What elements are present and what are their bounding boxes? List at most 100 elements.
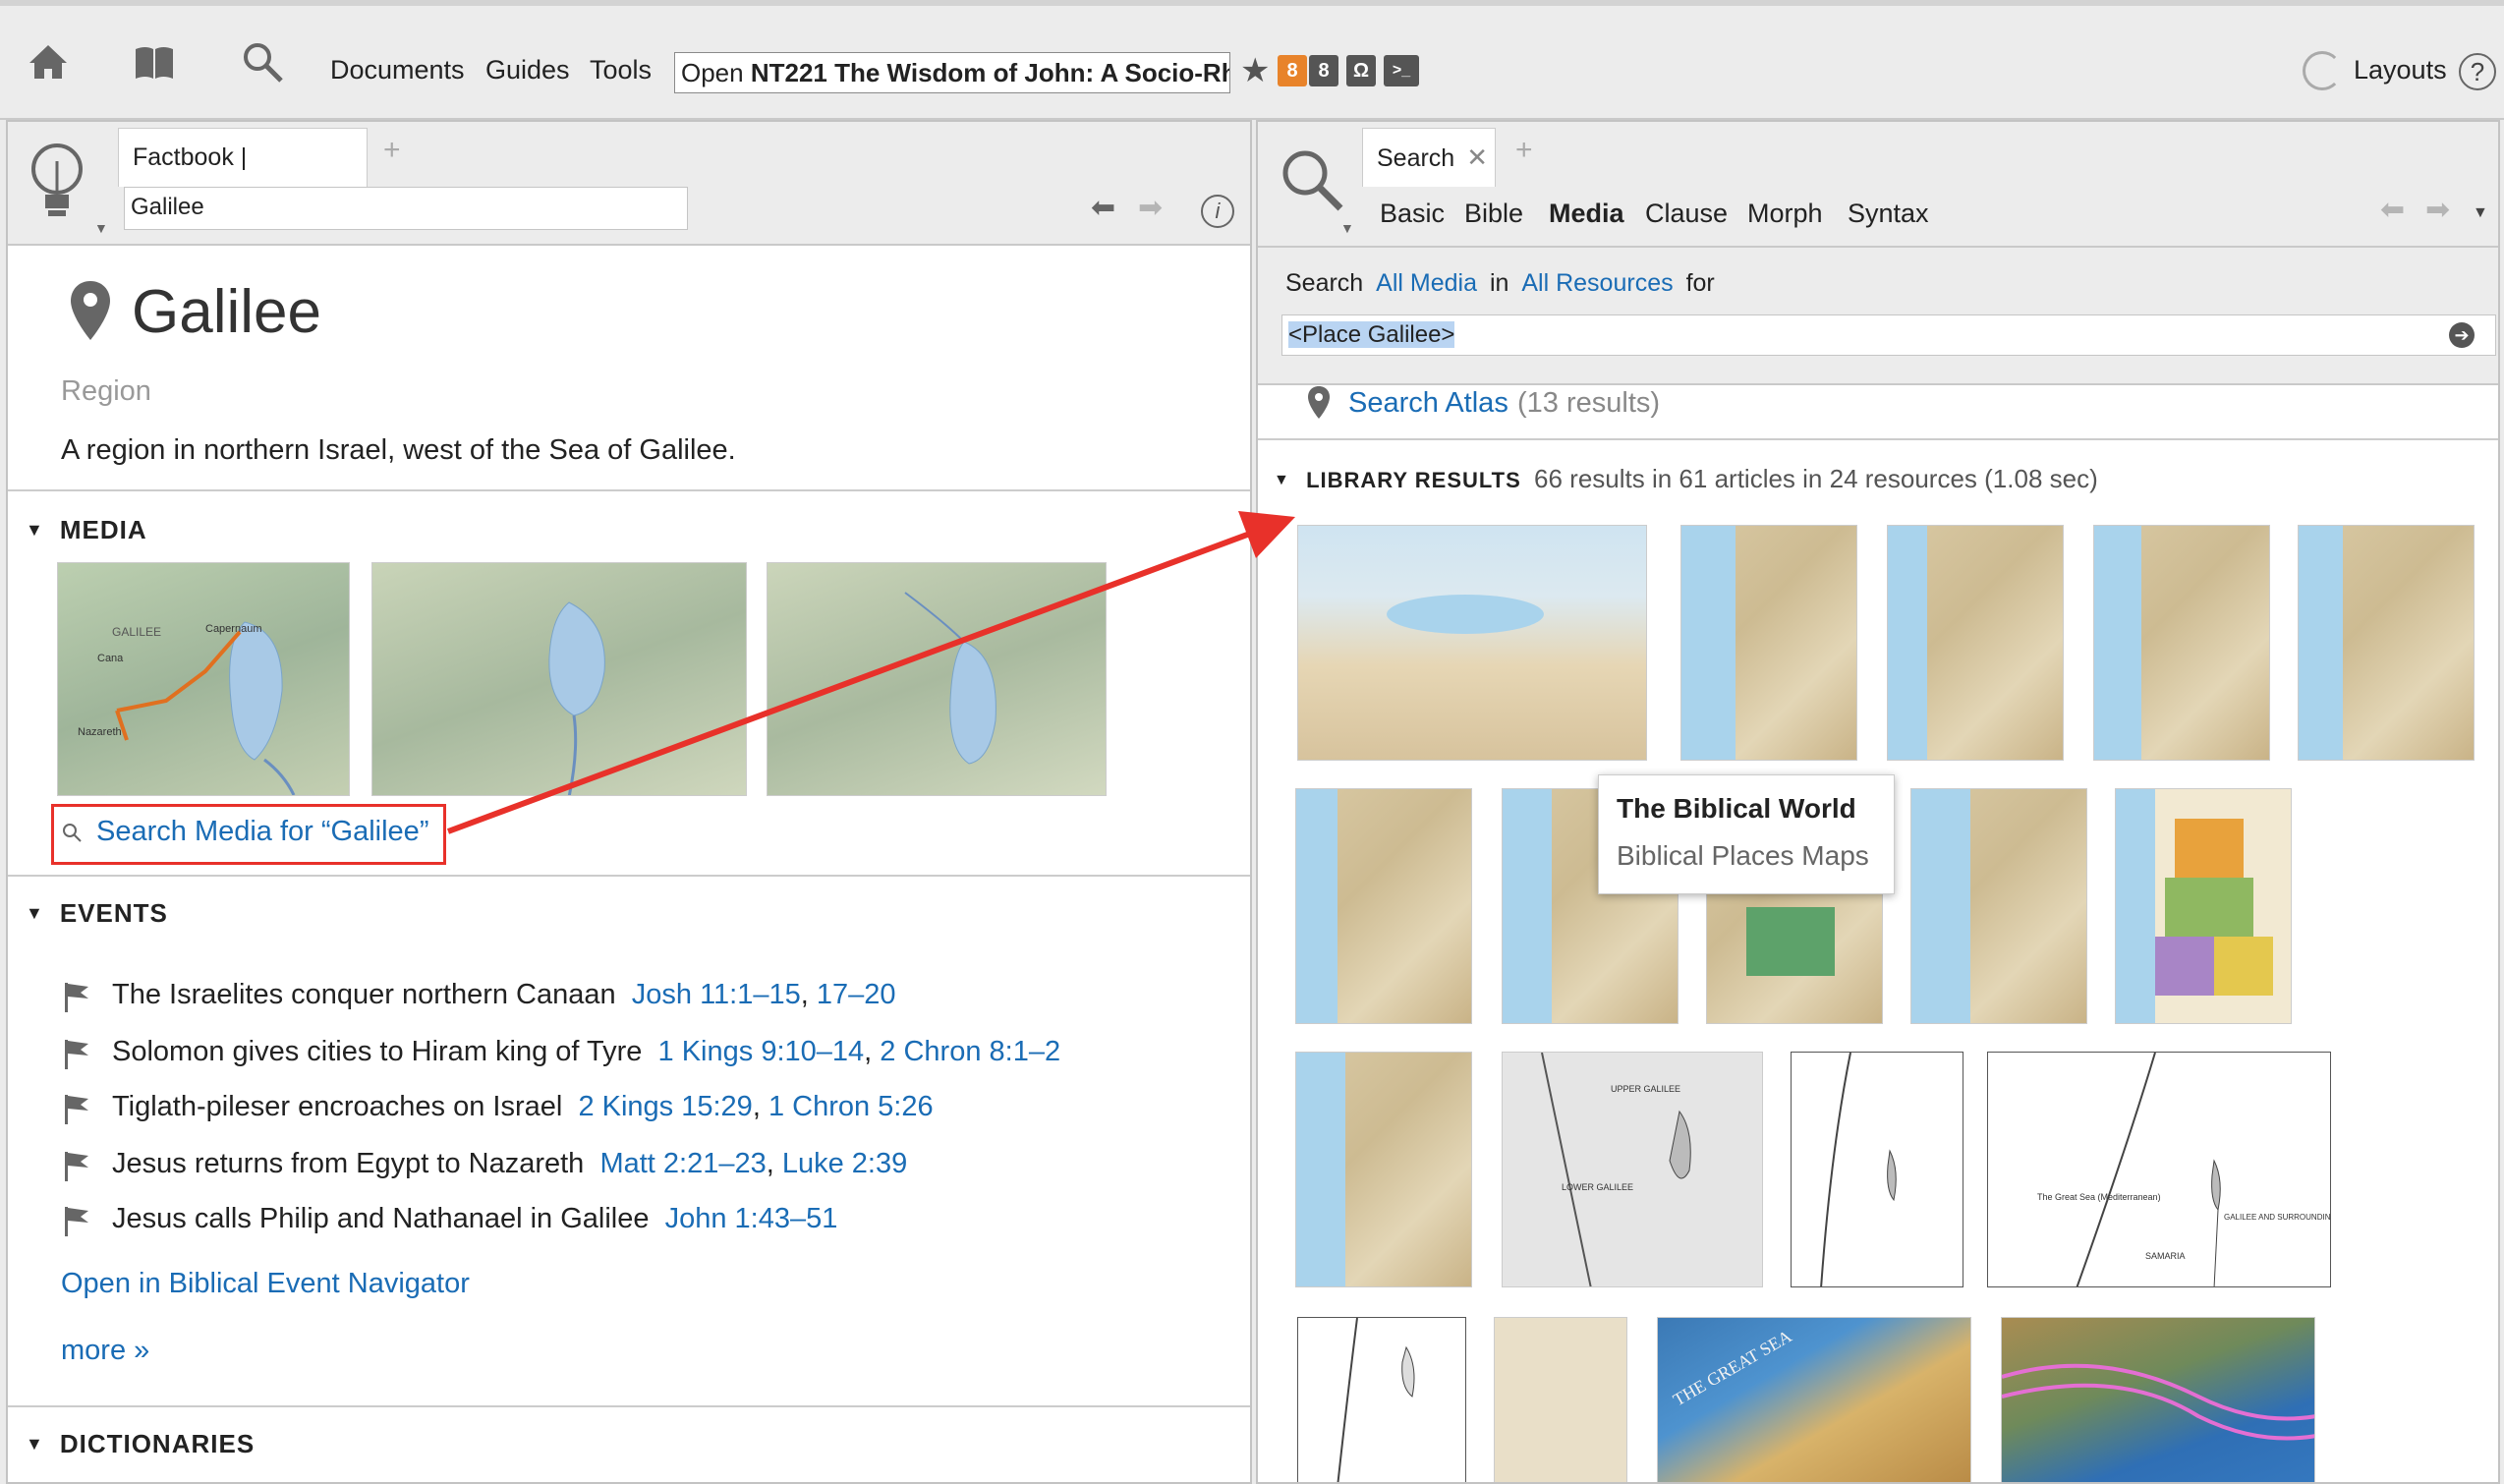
library-icon[interactable] — [132, 39, 177, 85]
menu-documents[interactable]: Documents — [330, 55, 465, 86]
result-thumbnail[interactable] — [1791, 1052, 1963, 1287]
map-label-galilee: GALILEE — [112, 625, 161, 639]
result-thumbnail[interactable]: THE GREAT SEA — [1657, 1317, 1971, 1482]
sync-icon[interactable] — [2303, 51, 2342, 90]
map-sea-shape — [1888, 526, 1927, 760]
result-thumbnail[interactable] — [1887, 525, 2064, 761]
result-thumbnail[interactable] — [2001, 1317, 2315, 1482]
collapse-triangle-icon[interactable]: ▼ — [26, 1434, 44, 1454]
scripture-reference-link[interactable]: 1 Kings 9:10–14 — [658, 1036, 865, 1067]
help-button[interactable]: ? — [2459, 53, 2496, 90]
result-thumbnail[interactable] — [1297, 525, 1647, 761]
scripture-reference-link[interactable]: 2 Kings 15:29 — [578, 1091, 752, 1122]
ref-spacer — [649, 1203, 664, 1234]
scripture-reference-link[interactable]: Matt 2:21–23 — [599, 1148, 766, 1179]
add-tab-icon[interactable]: + — [1515, 134, 1533, 167]
tooltip-title: The Biblical World — [1617, 793, 1856, 824]
home-icon[interactable] — [26, 39, 71, 85]
more-link[interactable]: more » — [61, 1335, 149, 1367]
events-section-header[interactable]: ▼ EVENTS — [26, 898, 168, 929]
collapse-triangle-icon[interactable]: ▼ — [1274, 472, 1289, 488]
ref-separator: , — [800, 979, 817, 1010]
scripture-reference-link[interactable]: Luke 2:39 — [782, 1148, 907, 1179]
omega-icon[interactable]: Ω — [1346, 55, 1376, 86]
search-media-link[interactable]: Search Media for “Galilee” — [96, 816, 428, 848]
subtab-media[interactable]: Media — [1549, 199, 1624, 229]
tab-search[interactable]: Search ✕ — [1362, 128, 1496, 187]
open-event-navigator-link[interactable]: Open in Biblical Event Navigator — [61, 1268, 470, 1300]
factbook-menu-arrow-icon[interactable]: ▼ — [94, 220, 108, 236]
subtab-clause[interactable]: Clause — [1645, 199, 1728, 229]
main-toolbar: Documents Guides Tools Open NT221 The Wi… — [0, 0, 2504, 120]
scripture-reference-link[interactable]: 17–20 — [817, 979, 896, 1010]
ref-spacer — [642, 1036, 657, 1067]
subtab-bible[interactable]: Bible — [1464, 199, 1523, 229]
scripture-reference-link[interactable]: John 1:43–51 — [665, 1203, 838, 1234]
search-panel-magnifier-icon[interactable] — [1278, 145, 1346, 214]
result-tooltip: The Biblical World Biblical Places Maps — [1598, 774, 1895, 894]
panel-menu-arrow-icon[interactable]: ▼ — [2473, 204, 2488, 222]
back-arrow-icon[interactable]: ⬅ — [1091, 191, 1115, 225]
result-thumbnail[interactable]: UPPER GALILEE LOWER GALILEE — [1502, 1052, 1763, 1287]
menu-guides[interactable]: Guides — [485, 55, 570, 86]
atlas-result-count: (13 results) — [1517, 387, 1661, 419]
media-thumbnail-2[interactable] — [371, 562, 747, 796]
result-thumbnail[interactable] — [1297, 1317, 1466, 1482]
page-title: Galilee — [132, 278, 321, 346]
resource-scope-dropdown[interactable]: All Resources — [1521, 269, 1673, 297]
search-menu-arrow-icon[interactable]: ▼ — [1340, 220, 1354, 236]
event-text: Jesus returns from Egypt to Nazareth — [112, 1148, 585, 1179]
terminal-icon[interactable]: >_ — [1384, 55, 1419, 86]
result-thumbnail[interactable] — [1910, 788, 2087, 1024]
collapse-triangle-icon[interactable]: ▼ — [26, 520, 44, 540]
map-sea-shape — [1296, 1053, 1345, 1286]
scripture-reference-link[interactable]: 2 Chron 8:1–2 — [880, 1036, 1060, 1067]
result-thumbnail[interactable] — [1295, 788, 1472, 1024]
media-scope-dropdown[interactable]: All Media — [1376, 269, 1477, 297]
subtab-morph[interactable]: Morph — [1747, 199, 1823, 229]
sketch-label-galilee-areas: GALILEE AND SURROUNDING AREAS — [2224, 1213, 2331, 1222]
quick-resource-icon-1[interactable]: 8 — [1278, 55, 1307, 86]
result-thumbnail[interactable] — [2115, 788, 2292, 1024]
forward-arrow-icon[interactable]: ➡ — [1138, 191, 1163, 225]
add-tab-icon[interactable]: + — [383, 134, 401, 167]
search-icon[interactable] — [240, 39, 285, 85]
map-region-shape — [2155, 937, 2214, 996]
quick-resource-icon-2[interactable]: 8 — [1309, 55, 1338, 86]
result-thumbnail[interactable] — [1494, 1317, 1627, 1482]
subtab-syntax[interactable]: Syntax — [1848, 199, 1929, 229]
media-query-input[interactable]: <Place Galilee> — [1281, 314, 2496, 356]
favorites-star-icon[interactable]: ★ — [1240, 51, 1270, 90]
scripture-reference-link[interactable]: 1 Chron 5:26 — [768, 1091, 934, 1122]
info-icon[interactable]: i — [1201, 195, 1234, 228]
result-thumbnail[interactable] — [1680, 525, 1857, 761]
result-thumbnail[interactable] — [1295, 1052, 1472, 1287]
tab-factbook-galilee[interactable]: Factbook | Galilee✕ — [118, 128, 368, 229]
command-box[interactable]: Open NT221 The Wisdom of John: A Socio-R… — [674, 52, 1230, 93]
go-arrow-icon[interactable]: ➔ — [2449, 322, 2475, 348]
map-sea-shape — [1503, 789, 1552, 1023]
collapse-triangle-icon[interactable]: ▼ — [26, 903, 44, 923]
dictionaries-section-header[interactable]: ▼ DICTIONARIES — [26, 1429, 255, 1459]
search-atlas-link[interactable]: Search Atlas — [1348, 387, 1508, 420]
back-arrow-icon[interactable]: ⬅ — [2380, 193, 2405, 227]
close-tab-icon[interactable]: ✕ — [1466, 143, 1488, 172]
menu-tools[interactable]: Tools — [590, 55, 652, 86]
forward-arrow-icon[interactable]: ➡ — [2425, 193, 2450, 227]
result-thumbnail[interactable] — [2093, 525, 2270, 761]
layouts-button[interactable]: Layouts — [2354, 55, 2447, 86]
galilee-map-image — [904, 592, 996, 765]
media-thumbnail-3[interactable] — [767, 562, 1107, 796]
events-heading: EVENTS — [59, 898, 168, 928]
result-thumbnail[interactable]: The Great Sea (Mediterranean) SAMARIA GALI… — [1987, 1052, 2331, 1287]
media-thumbnail-1[interactable]: GALILEE Capernaum Cana Nazareth — [57, 562, 350, 796]
media-section-header[interactable]: ▼ MEDIA — [26, 515, 147, 545]
map-sea-shape — [2299, 526, 2343, 760]
scripture-reference-link[interactable]: Josh 11:1–15 — [632, 979, 801, 1010]
subtab-basic[interactable]: Basic — [1380, 199, 1445, 229]
result-thumbnail[interactable] — [2298, 525, 2475, 761]
factbook-lightbulb-icon[interactable] — [28, 142, 86, 224]
sketch-map-image — [1337, 1318, 1415, 1482]
factbook-search-input[interactable]: Galilee — [124, 187, 688, 230]
ref-spacer — [616, 979, 632, 1010]
